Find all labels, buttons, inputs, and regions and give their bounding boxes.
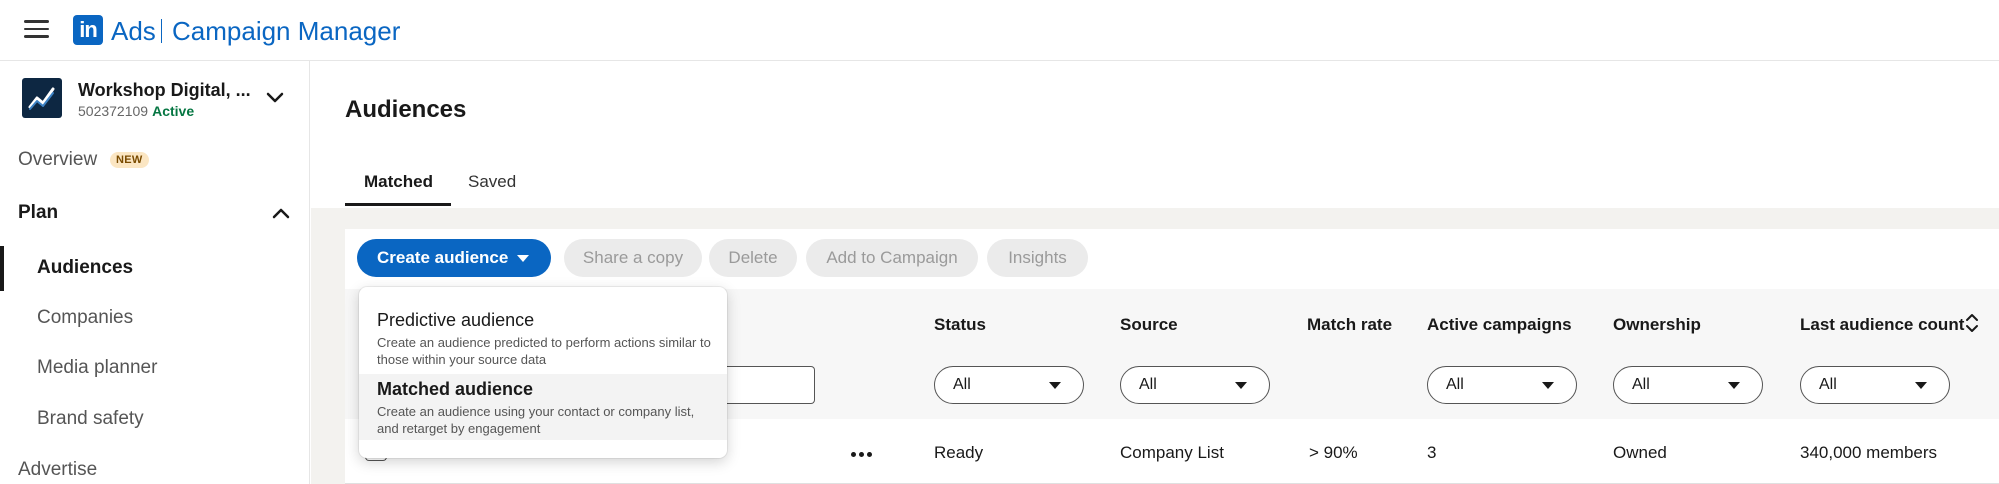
top-bar: in Ads Campaign Manager bbox=[0, 0, 1999, 61]
share-copy-button[interactable]: Share a copy bbox=[564, 239, 702, 277]
caret-down-icon bbox=[1542, 382, 1554, 389]
menu-item-title: Matched audience bbox=[377, 379, 534, 399]
delete-button[interactable]: Delete bbox=[709, 239, 797, 277]
chevron-down-icon[interactable] bbox=[266, 91, 284, 105]
tab-matched[interactable]: Matched bbox=[364, 172, 433, 192]
nav-advertise[interactable]: Advertise bbox=[18, 459, 97, 481]
column-active-campaigns[interactable]: Active campaigns bbox=[1427, 315, 1572, 335]
caret-down-icon bbox=[517, 255, 529, 262]
tab-active-underline bbox=[345, 203, 451, 206]
sidebar-item-brand-safety[interactable]: Brand safety bbox=[37, 408, 144, 430]
menu-item-description: Create an audience predicted to perform … bbox=[377, 335, 711, 367]
sidebar-item-audiences[interactable]: Audiences bbox=[37, 257, 133, 279]
account-meta: 502372109 Active bbox=[78, 103, 194, 119]
new-badge: NEW bbox=[110, 152, 149, 168]
count-filter-value: All bbox=[1819, 376, 1837, 393]
nav-overview[interactable]: Overview bbox=[18, 149, 97, 171]
brand-divider bbox=[161, 19, 162, 43]
active-indicator bbox=[0, 246, 4, 291]
caret-down-icon bbox=[1049, 382, 1061, 389]
column-ownership[interactable]: Ownership bbox=[1613, 315, 1701, 335]
column-source[interactable]: Source bbox=[1120, 315, 1178, 335]
campaigns-filter-select[interactable]: All bbox=[1427, 366, 1577, 404]
status-filter-select[interactable]: All bbox=[934, 366, 1084, 404]
ownership-filter-select[interactable]: All bbox=[1613, 366, 1763, 404]
account-name[interactable]: Workshop Digital, ... bbox=[78, 80, 251, 101]
menu-item-title: Predictive audience bbox=[377, 310, 535, 330]
create-audience-label: Create audience bbox=[377, 248, 509, 267]
ownership-filter-value: All bbox=[1632, 376, 1650, 393]
cell-active-campaigns: 3 bbox=[1427, 443, 1437, 462]
campaigns-filter-value: All bbox=[1446, 376, 1464, 393]
page-title: Audiences bbox=[345, 96, 467, 123]
more-options-icon[interactable] bbox=[851, 444, 877, 457]
sidebar: Workshop Digital, ... 502372109 Active Ov… bbox=[0, 61, 310, 484]
cell-match-rate: > 90% bbox=[1309, 443, 1358, 462]
cell-last-audience-count: 340,000 members bbox=[1800, 443, 1938, 462]
count-filter-select[interactable]: All bbox=[1800, 366, 1950, 404]
sidebar-item-companies[interactable]: Companies bbox=[37, 307, 133, 329]
add-to-campaign-button[interactable]: Add to Campaign bbox=[806, 239, 978, 277]
sidebar-item-media-planner[interactable]: Media planner bbox=[37, 357, 157, 379]
column-status[interactable]: Status bbox=[934, 315, 986, 335]
account-id: 502372109 bbox=[78, 103, 149, 119]
chevron-up-icon[interactable] bbox=[272, 207, 290, 219]
account-status: Active bbox=[152, 103, 195, 119]
cell-source: Company List bbox=[1120, 443, 1224, 462]
create-audience-menu: Predictive audience Create an audience p… bbox=[359, 287, 727, 458]
caret-down-icon bbox=[1915, 382, 1927, 389]
source-filter-select[interactable]: All bbox=[1120, 366, 1270, 404]
menu-icon[interactable] bbox=[24, 20, 49, 38]
caret-down-icon bbox=[1728, 382, 1740, 389]
create-audience-button[interactable]: Create audience bbox=[357, 239, 551, 277]
linkedin-logo[interactable]: in bbox=[73, 15, 103, 45]
app-title: Campaign Manager bbox=[172, 16, 401, 46]
column-last-audience-count[interactable]: Last audience count bbox=[1800, 315, 1964, 335]
tab-saved[interactable]: Saved bbox=[468, 172, 516, 192]
product-name: Ads bbox=[111, 16, 156, 46]
cell-status: Ready bbox=[934, 443, 984, 462]
menu-item-predictive-audience[interactable]: Predictive audience Create an audience p… bbox=[359, 305, 727, 371]
caret-down-icon bbox=[1235, 382, 1247, 389]
cell-ownership: Owned bbox=[1613, 443, 1667, 462]
nav-plan[interactable]: Plan bbox=[18, 202, 58, 224]
sort-icon[interactable] bbox=[1965, 313, 1979, 333]
chart-line-icon bbox=[28, 87, 55, 110]
column-match-rate[interactable]: Match rate bbox=[1307, 315, 1392, 335]
menu-item-matched-audience[interactable]: Matched audience Create an audience usin… bbox=[359, 374, 727, 440]
insights-button[interactable]: Insights bbox=[987, 239, 1088, 277]
menu-item-description: Create an audience using your contact or… bbox=[377, 404, 695, 436]
account-avatar bbox=[22, 78, 62, 118]
source-filter-value: All bbox=[1139, 376, 1157, 393]
status-filter-value: All bbox=[953, 376, 971, 393]
